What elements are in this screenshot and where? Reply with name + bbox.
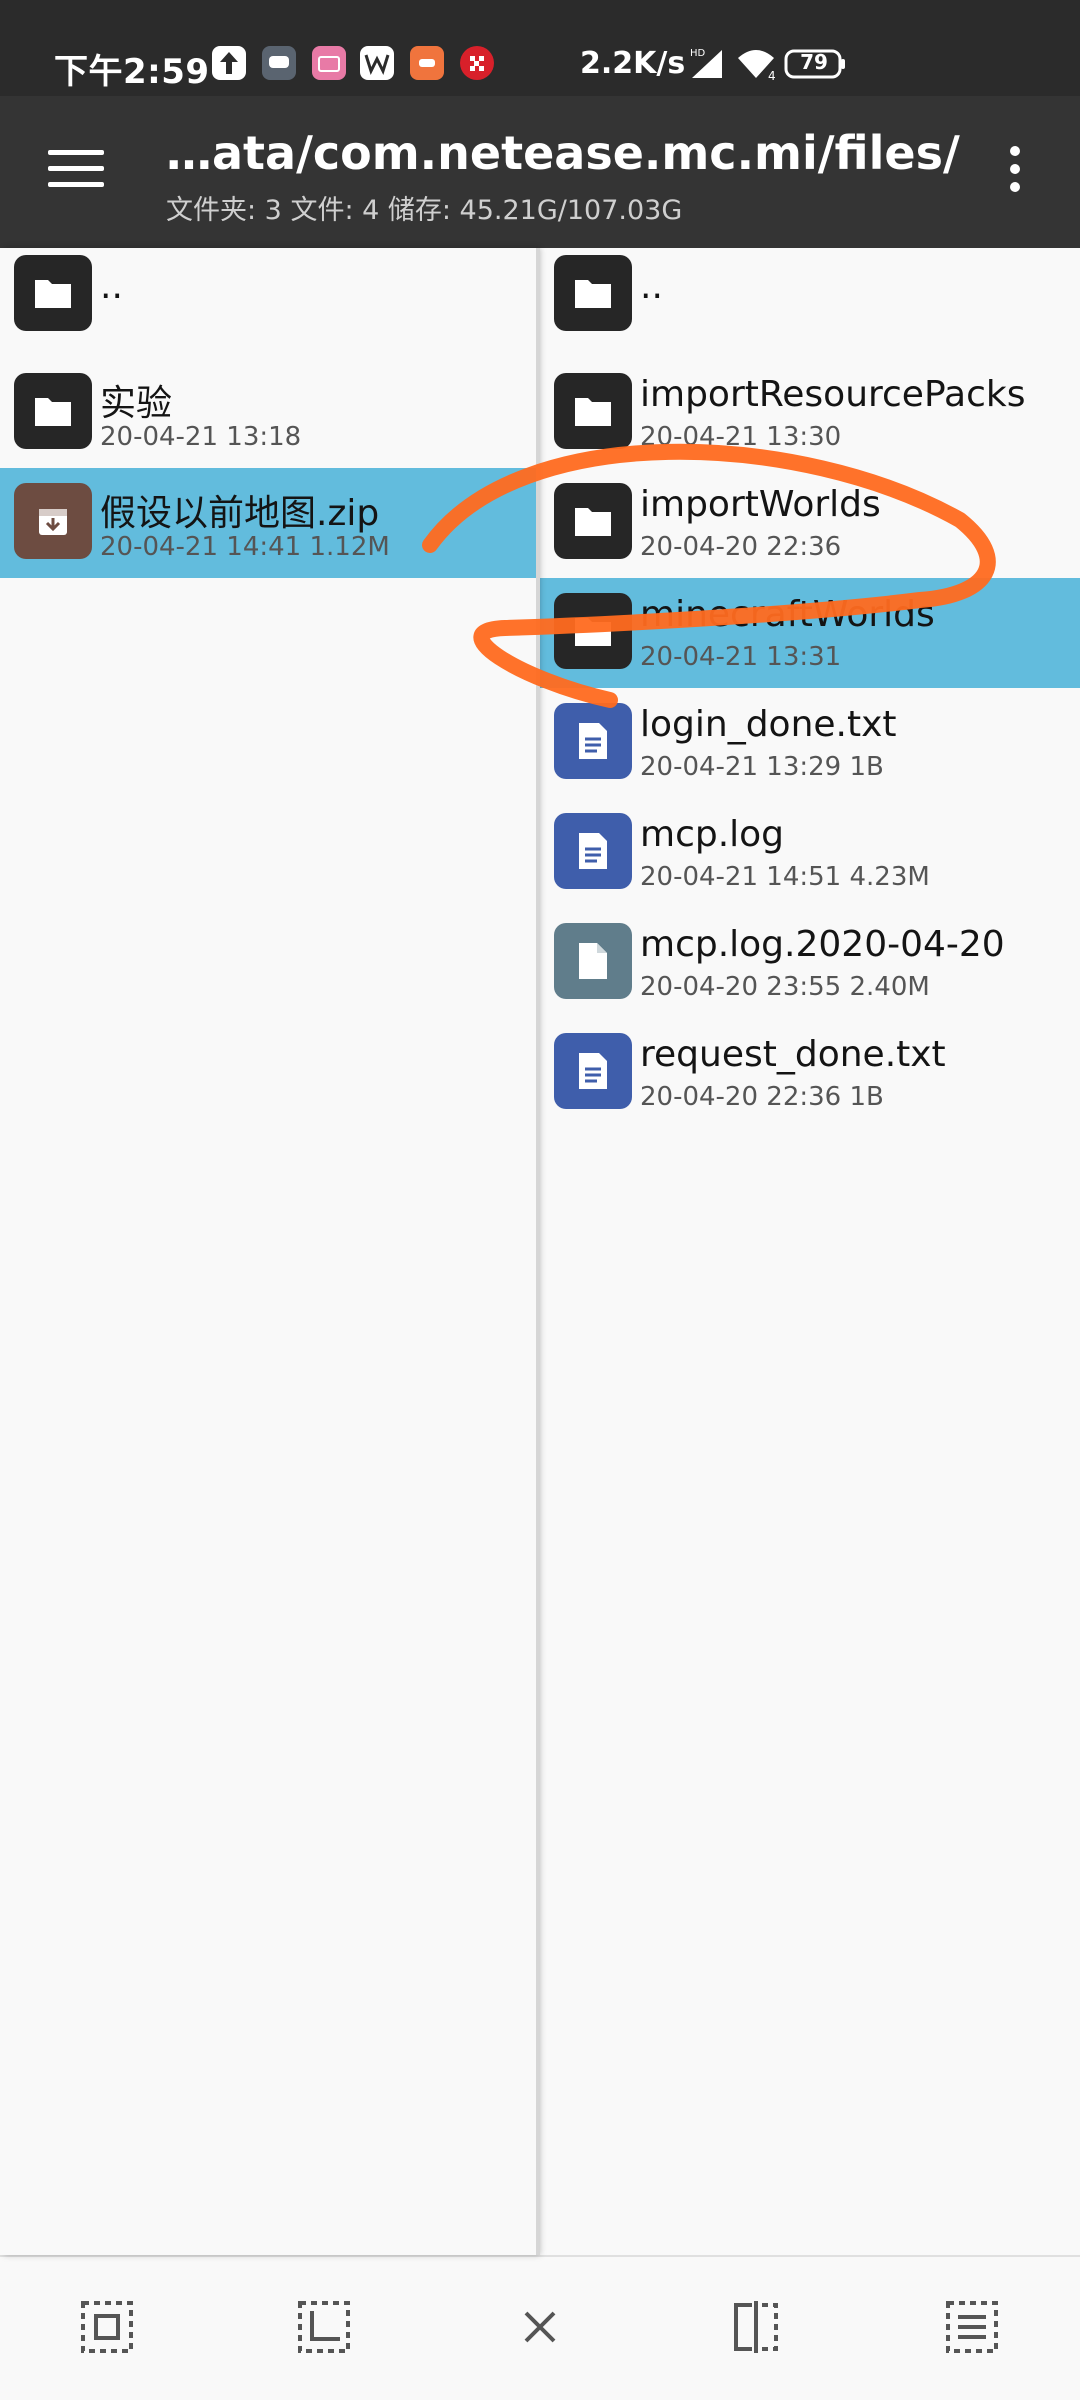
- file-meta: 20-04-21 14:51 4.23M: [640, 862, 930, 892]
- file-name: importResourcePacks: [640, 374, 1026, 415]
- file-row[interactable]: login_done.txt 20-04-21 13:29 1B: [540, 688, 1080, 798]
- network-speed: 2.2K/s: [580, 46, 686, 81]
- svg-text:4: 4: [768, 69, 776, 83]
- app-toolbar: …ata/com.netease.mc.mi/files/ 文件夹: 3 文件:…: [0, 96, 1080, 248]
- chat-app-icon: [262, 46, 296, 80]
- storage-info: 文件夹: 3 文件: 4 储存: 45.21G/107.03G: [166, 195, 683, 226]
- shop-app-icon: [312, 46, 346, 80]
- file-name: mcp.log: [640, 814, 785, 855]
- select-all-icon[interactable]: [77, 2297, 137, 2357]
- left-file-pane: .. 实验 20-04-21 13:18 假设以前地图.zip 20-04-21 14:…: [0, 248, 536, 2255]
- folder-icon: [554, 373, 632, 449]
- svg-text:HD: HD: [690, 48, 706, 59]
- signal-icon: HD: [690, 48, 722, 78]
- file-name: ..: [100, 266, 123, 307]
- file-meta: 20-04-20 22:36 1B: [640, 1082, 884, 1112]
- file-name: request_done.txt: [640, 1034, 946, 1075]
- file-name: importWorlds: [640, 484, 881, 525]
- file-meta: 20-04-21 13:30: [640, 422, 842, 452]
- more-options-button[interactable]: [1000, 146, 1030, 206]
- file-row[interactable]: minecraftWorlds 20-04-21 13:31: [540, 578, 1080, 688]
- file-row[interactable]: 假设以前地图.zip 20-04-21 14:41 1.12M: [0, 468, 536, 578]
- pattern-app-icon: [460, 46, 494, 80]
- wps-icon: [360, 46, 394, 80]
- file-meta: 20-04-20 23:55 2.40M: [640, 972, 930, 1002]
- game-app-icon: [410, 46, 444, 80]
- file-name: minecraftWorlds: [640, 594, 935, 635]
- status-indicators: HD 4 79: [688, 44, 848, 88]
- menu-button[interactable]: [48, 150, 104, 190]
- file-row[interactable]: mcp.log 20-04-21 14:51 4.23M: [540, 798, 1080, 908]
- file-row[interactable]: ..: [0, 240, 536, 350]
- document-icon: [554, 703, 632, 779]
- upload-icon: [212, 46, 246, 80]
- status-bar: 下午2:59 2.2K/s HD 4 79: [0, 0, 1080, 96]
- file-row[interactable]: ..: [540, 240, 1080, 350]
- file-name: ..: [640, 266, 663, 307]
- hamburger-icon: [48, 150, 104, 155]
- folder-icon: [14, 255, 92, 331]
- file-meta: 20-04-21 13:31: [640, 642, 842, 672]
- folder-icon: [14, 373, 92, 449]
- file-name: 实验: [100, 383, 173, 424]
- file-meta: 20-04-21 13:18: [100, 422, 302, 452]
- file-row[interactable]: importWorlds 20-04-20 22:36: [540, 468, 1080, 578]
- battery-level: 79: [800, 50, 828, 74]
- file-name: login_done.txt: [640, 704, 897, 745]
- split-view-icon[interactable]: [726, 2297, 786, 2357]
- folder-icon: [554, 255, 632, 331]
- document-icon: [554, 813, 632, 889]
- right-file-pane: .. importResourcePacks 20-04-21 13:30 impor…: [540, 248, 1080, 2255]
- folder-icon: [554, 483, 632, 559]
- close-icon[interactable]: [510, 2297, 570, 2357]
- document-icon: [554, 1033, 632, 1109]
- archive-icon: [14, 483, 92, 559]
- file-meta: 20-04-21 13:29 1B: [640, 752, 884, 782]
- file-icon: [554, 923, 632, 999]
- file-name: mcp.log.2020-04-20: [640, 924, 1005, 965]
- list-view-icon[interactable]: [942, 2297, 1002, 2357]
- file-row[interactable]: request_done.txt 20-04-20 22:36 1B: [540, 1018, 1080, 1128]
- select-range-icon[interactable]: [294, 2297, 354, 2357]
- status-time: 下午2:59: [54, 52, 210, 92]
- pane-divider[interactable]: [536, 248, 540, 2255]
- file-row[interactable]: mcp.log.2020-04-20 20-04-20 23:55 2.40M: [540, 908, 1080, 1018]
- file-meta: 20-04-21 14:41 1.12M: [100, 532, 390, 562]
- file-row[interactable]: importResourcePacks 20-04-21 13:30: [540, 358, 1080, 468]
- file-row[interactable]: 实验 20-04-21 13:18: [0, 358, 536, 468]
- wifi-icon: 4: [738, 50, 776, 83]
- file-meta: 20-04-20 22:36: [640, 532, 842, 562]
- folder-icon: [554, 593, 632, 669]
- bottom-action-bar: [0, 2255, 1080, 2400]
- file-name: 假设以前地图.zip: [100, 493, 380, 534]
- current-path: …ata/com.netease.mc.mi/files/: [166, 126, 960, 180]
